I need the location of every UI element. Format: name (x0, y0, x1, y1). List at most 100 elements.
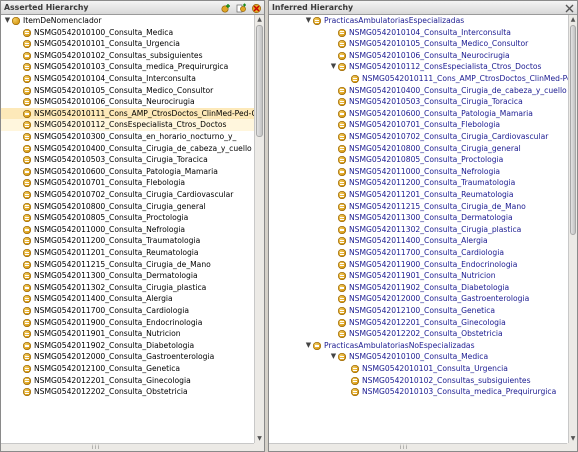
tree-node[interactable]: NSMG0542010503_Consulta_Cirugia_Toracica (1, 154, 254, 166)
inferred-horizontal-scrollbar[interactable]: ⁞⁞⁞ (269, 443, 568, 451)
tree-node[interactable]: NSMG0542011700_Consulta_Cardiologia (1, 305, 254, 317)
tree-node[interactable]: ▼ NSMG0542010100_Consulta_Medica (269, 351, 568, 363)
tree-node[interactable]: NSMG0542010102_Consultas_subsiguientes (269, 375, 568, 387)
tree-node[interactable]: NSMG0542012100_Consulta_Genetica (1, 363, 254, 375)
tree-node[interactable]: NSMG0542010112_ConsEspecialista_Ctros_Do… (1, 119, 254, 131)
tree-node[interactable]: NSMG0542010400_Consulta_Cirugia_de_cabez… (269, 85, 568, 97)
tree-node[interactable]: NSMG0542010400_Consulta_Cirugia_de_cabez… (1, 143, 254, 155)
tree-node[interactable]: NSMG0542010600_Consulta_Patologia_Mamari… (269, 108, 568, 120)
tree-node[interactable]: NSMG0542011901_Consulta_Nutricion (269, 270, 568, 282)
delete-class-icon[interactable] (251, 3, 262, 14)
defined-class-icon (23, 156, 31, 165)
tree-node[interactable]: NSMG0542010104_Consulta_Interconsulta (1, 73, 254, 85)
tree-node[interactable]: ▼ NSMG0542010112_ConsEspecialista_Ctros_D… (269, 61, 568, 73)
tree-node[interactable]: NSMG0542011300_Consulta_Dermatologia (1, 270, 254, 282)
tree-node-label: NSMG0542011200_Consulta_Traumatologia (349, 178, 516, 188)
inferred-scroll-thumb[interactable] (570, 25, 576, 235)
tree-node[interactable]: NSMG0542011000_Consulta_Nefrologia (1, 224, 254, 236)
tree-node[interactable]: NSMG0542010103_Consulta_medica_Prequirur… (269, 386, 568, 398)
tree-node[interactable]: NSMG0542010101_Consulta_Urgencia (1, 38, 254, 50)
scroll-down-icon[interactable]: ▼ (569, 434, 577, 443)
tree-node[interactable]: NSMG0542011700_Consulta_Cardiologia (269, 247, 568, 259)
tree-node[interactable]: NSMG0542011302_Consulta_Cirugia_plastica (1, 282, 254, 294)
tree-node[interactable]: NSMG0542011900_Consulta_Endocrinologia (269, 259, 568, 271)
expand-toggle-icon[interactable]: ▼ (3, 15, 12, 27)
tree-node[interactable]: NSMG0542010104_Consulta_Interconsulta (269, 27, 568, 39)
expand-toggle-icon[interactable]: ▼ (329, 351, 338, 363)
tree-node[interactable]: NSMG0542011400_Consulta_Alergia (1, 293, 254, 305)
tree-node[interactable]: NSMG0542010105_Consulta_Medico_Consultor (269, 38, 568, 50)
tree-node[interactable]: NSMG0542012202_Consulta_Obstetricia (269, 328, 568, 340)
tree-node[interactable]: NSMG0542010300_Consulta_en_horario_noctu… (1, 131, 254, 143)
inferred-class-tree[interactable]: ▼ PracticasAmbulatoriasEspecializadas NSMG… (269, 15, 577, 443)
tree-node[interactable]: NSMG0542010702_Consulta_Cirugia_Cardiova… (1, 189, 254, 201)
asserted-horizontal-scrollbar[interactable]: ⁞⁞⁞ (1, 443, 254, 451)
tree-node[interactable]: NSMG0542010805_Consulta_Proctologia (1, 212, 254, 224)
scroll-corner (254, 443, 264, 451)
tree-node-label: NSMG0542012202_Consulta_Obstetricia (349, 329, 503, 339)
tree-node-label: NSMG0542010400_Consulta_Cirugia_de_cabez… (349, 85, 567, 95)
tree-node[interactable]: NSMG0542011901_Consulta_Nutricion (1, 328, 254, 340)
tree-node[interactable]: NSMG0542010102_Consultas_subsiguientes (1, 50, 254, 62)
tree-root-node[interactable]: ▼ ItemDeNomenclador (1, 15, 254, 27)
tree-node[interactable]: NSMG0542010101_Consulta_Urgencia (269, 363, 568, 375)
tree-node[interactable]: NSMG0542012100_Consulta_Genetica (269, 305, 568, 317)
tree-node[interactable]: NSMG0542010701_Consulta_Flebologia (269, 119, 568, 131)
scroll-down-icon[interactable]: ▼ (255, 434, 264, 443)
tree-node[interactable]: NSMG0542010106_Consulta_Neurocirugia (1, 96, 254, 108)
add-sibling-icon[interactable] (236, 3, 247, 14)
tree-root-node[interactable]: ▼ PracticasAmbulatoriasEspecializadas (269, 15, 568, 27)
expand-toggle-icon[interactable]: ▼ (329, 61, 338, 73)
tree-node[interactable]: NSMG0542010111_Cons_AMP_CtrosDoctos_Clin… (1, 107, 264, 120)
tree-node[interactable]: NSMG0542011000_Consulta_Nefrologia (269, 166, 568, 178)
asserted-vertical-scrollbar[interactable]: ▲ ▼ (254, 15, 264, 443)
tree-node[interactable]: NSMG0542011200_Consulta_Traumatologia (1, 235, 254, 247)
tree-node-label: NSMG0542011901_Consulta_Nutricion (349, 271, 496, 281)
tree-node[interactable]: NSMG0542011300_Consulta_Dermatologia (269, 212, 568, 224)
tree-root-node[interactable]: ▼ PracticasAmbulatoriasNoEspecializadas (269, 340, 568, 352)
asserted-scroll-thumb[interactable] (256, 25, 263, 137)
tree-node[interactable]: NSMG0542011200_Consulta_Traumatologia (269, 177, 568, 189)
tree-node[interactable]: NSMG0542010600_Consulta_Patologia_Mamari… (1, 166, 254, 178)
tree-node[interactable]: NSMG0542010800_Consulta_Cirugia_general (269, 143, 568, 155)
tree-node[interactable]: NSMG0542010111_Cons_AMP_CtrosDoctos_Clin… (269, 73, 577, 85)
tree-node[interactable]: NSMG0542010800_Consulta_Cirugia_general (1, 201, 254, 213)
tree-node[interactable]: NSMG0542010701_Consulta_Flebologia (1, 177, 254, 189)
expand-toggle-icon[interactable]: ▼ (304, 15, 313, 27)
tree-node-label: NSMG0542010105_Consulta_Medico_Consultor (349, 39, 529, 49)
tree-node[interactable]: NSMG0542010105_Consulta_Medico_Consultor (1, 85, 254, 97)
tree-node[interactable]: NSMG0542010103_Consulta_medica_Prequirur… (1, 61, 254, 73)
tree-node[interactable]: NSMG0542012000_Consulta_Gastroenterologi… (269, 293, 568, 305)
tree-node[interactable]: NSMG0542012201_Consulta_Ginecologia (269, 317, 568, 329)
expand-toggle-icon[interactable]: ▼ (304, 340, 313, 352)
tree-node[interactable]: NSMG0542011900_Consulta_Endocrinologia (1, 317, 254, 329)
tree-node[interactable]: NSMG0542011215_Consulta_Cirugia_de_Mano (269, 201, 568, 213)
asserted-class-tree[interactable]: ▼ ItemDeNomenclador NSMG0542010100_Consult… (1, 15, 264, 443)
inferred-vertical-scrollbar[interactable]: ▲ ▼ (568, 15, 577, 443)
add-subclass-icon[interactable] (221, 3, 232, 14)
tree-node[interactable]: NSMG0542010106_Consulta_Neurocirugia (269, 50, 568, 62)
scroll-up-icon[interactable]: ▲ (569, 15, 577, 24)
defined-class-icon (338, 179, 346, 188)
tree-node[interactable]: NSMG0542012202_Consulta_Obstetricia (1, 386, 254, 398)
tree-node[interactable]: NSMG0542012201_Consulta_Ginecologia (1, 375, 254, 387)
asserted-hscroll-thumb[interactable]: ⁞⁞⁞ (81, 445, 111, 451)
close-icon[interactable] (564, 3, 575, 14)
tree-node[interactable]: NSMG0542010100_Consulta_Medica (1, 27, 254, 39)
tree-node[interactable]: NSMG0542011201_Consulta_Reumatologia (1, 247, 254, 259)
tree-node[interactable]: NSMG0542011215_Consulta_Cirugia_de_Mano (1, 259, 254, 271)
tree-node[interactable]: NSMG0542010503_Consulta_Cirugia_Toracica (269, 96, 568, 108)
tree-node[interactable]: NSMG0542010805_Consulta_Proctologia (269, 154, 568, 166)
tree-node[interactable]: NSMG0542011400_Consulta_Alergia (269, 235, 568, 247)
tree-node[interactable]: NSMG0542011902_Consulta_Diabetologia (269, 282, 568, 294)
scroll-up-icon[interactable]: ▲ (255, 15, 264, 24)
tree-node[interactable]: NSMG0542011302_Consulta_Cirugia_plastica (269, 224, 568, 236)
defined-class-icon (23, 330, 31, 339)
tree-node[interactable]: NSMG0542010702_Consulta_Cirugia_Cardiova… (269, 131, 568, 143)
defined-class-icon (338, 133, 346, 141)
tree-node[interactable]: NSMG0542011902_Consulta_Diabetologia (1, 340, 254, 352)
inferred-hscroll-thumb[interactable]: ⁞⁞⁞ (389, 445, 419, 451)
defined-class-icon (338, 63, 346, 72)
tree-node[interactable]: NSMG0542011201_Consulta_Reumatologia (269, 189, 568, 201)
tree-node[interactable]: NSMG0542012000_Consulta_Gastroenterologi… (1, 351, 254, 363)
